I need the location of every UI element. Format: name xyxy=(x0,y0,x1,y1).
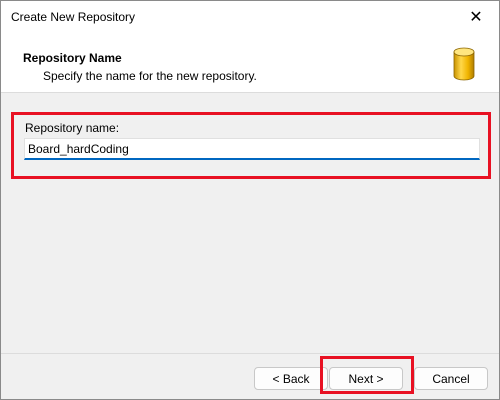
title-bar: Create New Repository ✕ xyxy=(1,1,499,33)
cancel-button[interactable]: Cancel xyxy=(414,367,488,390)
footer-divider xyxy=(1,353,499,354)
close-icon: ✕ xyxy=(469,9,483,26)
next-button[interactable]: Next > xyxy=(329,367,403,390)
page-title: Repository Name xyxy=(23,51,122,65)
repository-name-label: Repository name: xyxy=(25,121,120,135)
page-subtitle: Specify the name for the new repository. xyxy=(43,69,257,83)
wizard-header: Repository Name Specify the name for the… xyxy=(1,33,499,93)
back-button[interactable]: < Back xyxy=(254,367,328,390)
create-repository-dialog: Create New Repository ✕ Repository Name … xyxy=(0,0,500,400)
window-title: Create New Repository xyxy=(11,10,136,24)
database-icon xyxy=(453,47,475,81)
close-button[interactable]: ✕ xyxy=(453,1,499,33)
repository-name-input[interactable] xyxy=(24,138,480,160)
